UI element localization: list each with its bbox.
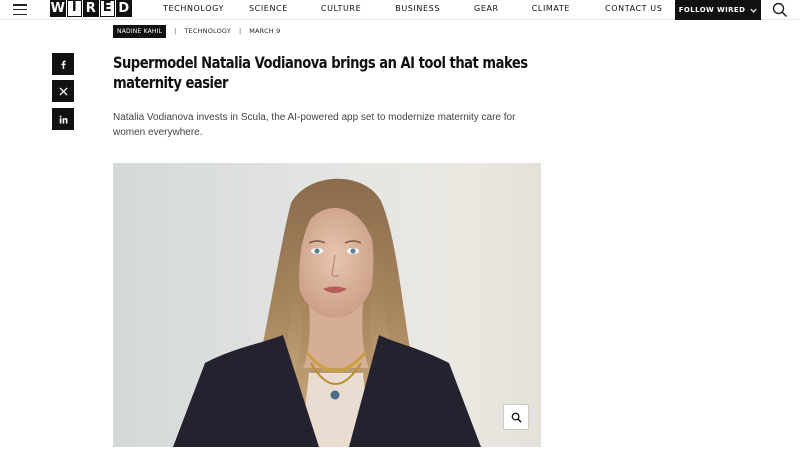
publish-date: MARCH 9 [249, 27, 281, 35]
logo-letter: R [83, 0, 99, 17]
top-nav: W I R E D TECHNOLOGY SCIENCE CULTURE BUS… [0, 0, 800, 20]
portrait-illustration [173, 178, 481, 447]
follow-wired-label: FOLLOW WIRED [678, 6, 746, 14]
menu-icon[interactable] [13, 4, 27, 15]
share-linkedin-button[interactable] [52, 108, 74, 130]
nav-link-climate[interactable]: CLIMATE [532, 4, 570, 13]
nav-link-technology[interactable]: TECHNOLOGY [163, 4, 224, 13]
linkedin-icon [59, 115, 67, 123]
logo-letter: E [99, 0, 115, 17]
follow-wired-button[interactable]: FOLLOW WIRED [675, 0, 761, 20]
share-facebook-button[interactable] [52, 53, 74, 75]
facebook-icon [60, 60, 66, 69]
nav-link-science[interactable]: SCIENCE [249, 4, 288, 13]
author-link[interactable]: NADINE KAHIL [113, 24, 167, 38]
nav-link-culture[interactable]: CULTURE [321, 4, 361, 13]
chevron-down-icon [750, 8, 758, 13]
nav-link-gear[interactable]: GEAR [474, 4, 499, 13]
article-byline: NADINE KAHIL | TECHNOLOGY | MARCH 9 [113, 24, 281, 38]
nav-links: TECHNOLOGY SCIENCE CULTURE BUSINESS GEAR… [163, 4, 662, 13]
logo-letter: I [66, 0, 82, 17]
article-dek: Natalia Vodianova invests in Scula, the … [113, 112, 516, 138]
section-link[interactable]: TECHNOLOGY [184, 27, 231, 35]
nav-link-business[interactable]: BUSINESS [395, 4, 440, 13]
share-x-button[interactable] [52, 80, 74, 102]
logo-letter: W [50, 0, 66, 17]
search-icon[interactable] [772, 2, 788, 18]
logo-letter: D [116, 0, 132, 17]
byline-divider: | [174, 27, 177, 35]
wired-logo[interactable]: W I R E D [50, 0, 132, 17]
article-headline: Supermodel Natalia Vodianova brings an A… [113, 53, 528, 92]
zoom-image-button[interactable] [503, 404, 529, 430]
zoom-icon [511, 412, 522, 423]
x-icon [58, 86, 68, 96]
byline-divider: | [239, 27, 242, 35]
hero-image[interactable] [113, 163, 541, 447]
nav-link-contact-us[interactable]: CONTACT US [605, 4, 662, 13]
